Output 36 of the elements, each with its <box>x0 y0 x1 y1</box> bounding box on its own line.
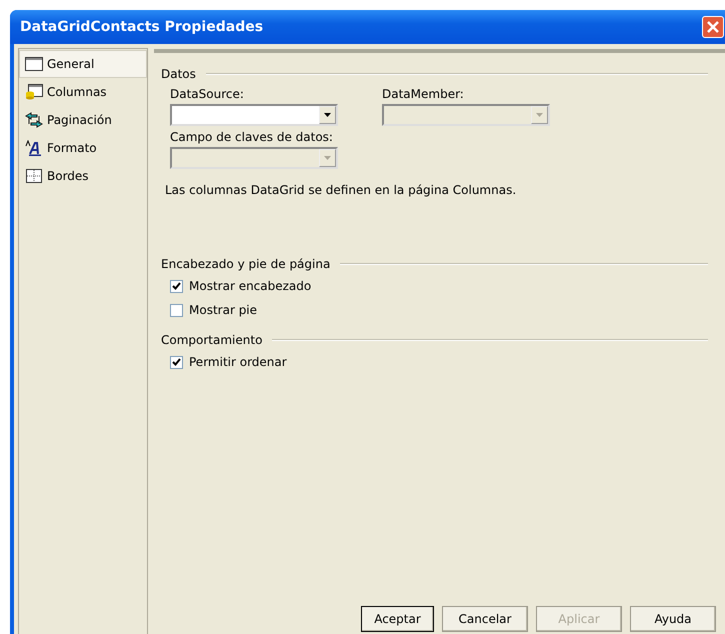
sidebar-item[interactable]: Columnas <box>19 78 147 106</box>
field-label: DataMember: <box>382 87 465 101</box>
sidebar-item[interactable]: Formato <box>19 134 147 162</box>
dropdown-field[interactable] <box>170 104 338 126</box>
info-text: Las columnas DataGrid se definen en la página Columnas. <box>165 183 518 197</box>
font-format-icon <box>25 140 43 156</box>
borders-icon <box>25 168 43 184</box>
section-title: Datos <box>161 67 196 81</box>
dialog-button[interactable]: Aceptar <box>361 606 434 632</box>
checkbox-label[interactable]: Permitir ordenar <box>189 355 287 369</box>
window-title: DataGridContacts Propiedades <box>20 19 264 35</box>
checkbox[interactable] <box>170 356 183 368</box>
dialog-button[interactable]: Ayuda <box>630 606 716 632</box>
arrows-icon <box>25 112 43 128</box>
checkbox[interactable] <box>170 304 183 316</box>
close-icon <box>707 21 719 33</box>
dialog-button[interactable]: Cancelar <box>442 606 528 632</box>
field-label: Campo de claves de datos: <box>170 130 334 144</box>
checkbox-label[interactable]: Mostrar pie <box>189 303 258 317</box>
checkbox-label[interactable]: Mostrar encabezado <box>189 279 312 293</box>
dropdown-button[interactable] <box>319 106 336 124</box>
section-title: Encabezado y pie de página <box>161 257 330 271</box>
check-icon <box>172 282 181 290</box>
sidebar-item[interactable]: Paginación <box>19 106 147 134</box>
caret-icon <box>536 113 543 117</box>
sidebar-item[interactable]: General <box>19 50 147 78</box>
table-database-icon <box>25 84 43 100</box>
sidebar-item[interactable]: Bordes <box>19 162 147 190</box>
close-button[interactable] <box>702 16 724 38</box>
caret-icon <box>324 156 331 160</box>
checkbox[interactable] <box>170 280 183 292</box>
field-label: DataSource: <box>170 87 245 101</box>
check-icon <box>172 358 181 366</box>
section-title: Comportamiento <box>161 333 262 347</box>
caret-icon <box>324 113 331 117</box>
window-icon <box>25 57 43 71</box>
